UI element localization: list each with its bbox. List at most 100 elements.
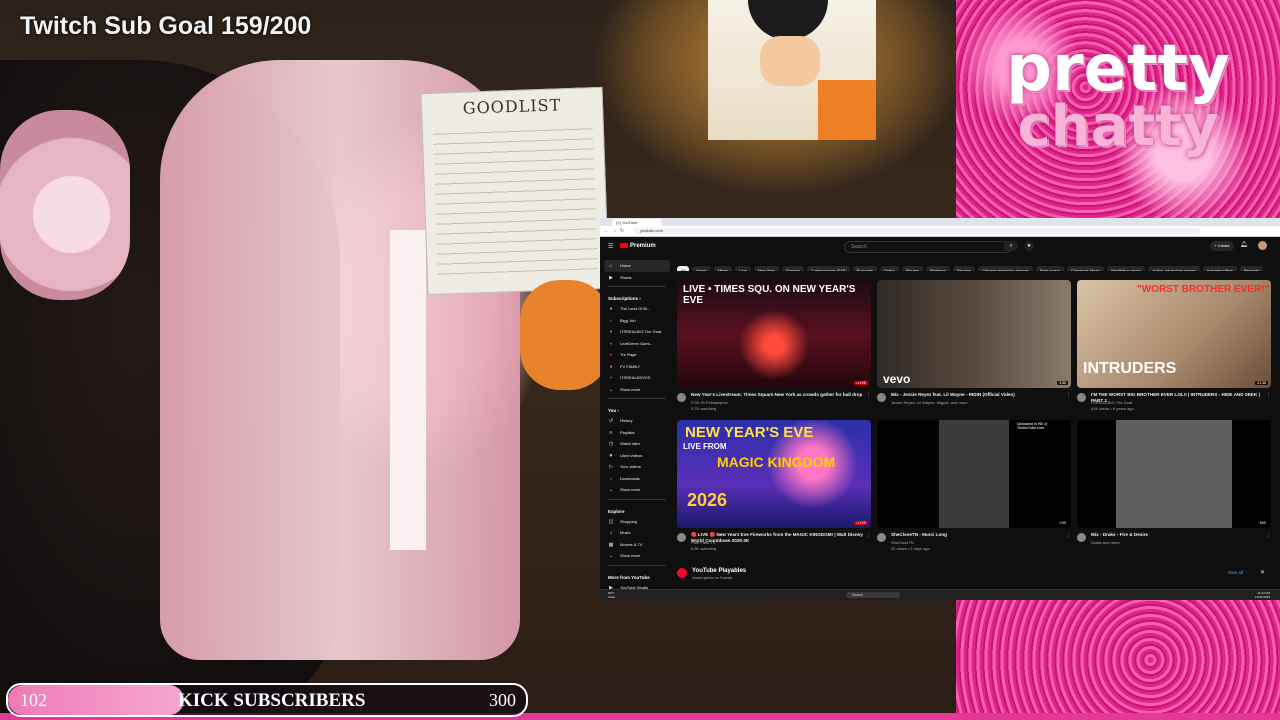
video-thumbnail[interactable]: "WORST BROTHER EVER!" INTRUDERS 21:38 — [1077, 280, 1271, 388]
chip-free-music[interactable]: Free music — [1035, 266, 1064, 271]
youtube-logo[interactable]: Premium — [620, 243, 656, 249]
video-card[interactable]: vevo 3:56 Mix - Jessie Reyez feat. Lil Way… — [877, 280, 1071, 418]
sidebar-item-shorts[interactable]: ▶ Shorts — [604, 272, 670, 284]
video-title[interactable]: SheCloseTN - Murci Long — [891, 532, 1065, 538]
chip-sitcoms[interactable]: Sitcoms — [952, 266, 976, 271]
channel-name[interactable]: Park Pass TV — [691, 540, 865, 546]
view-all-link[interactable]: View all — [1228, 570, 1243, 575]
clock[interactable]: 11:44 PM 12/31/2025 — [1255, 591, 1270, 599]
sidebar-heading[interactable]: More from YouTube — [604, 569, 670, 582]
video-title[interactable]: Mix - Jessie Reyez feat. Lil Wayne - RID… — [891, 392, 1065, 398]
sidebar-item-bigg-juh[interactable]: ● Bigg Juh — [604, 315, 670, 327]
chip-music[interactable]: Music — [692, 266, 711, 271]
forward-icon[interactable]: → — [612, 228, 617, 234]
close-icon[interactable]: ✕ — [1260, 569, 1265, 576]
chip-contemporary-r-b[interactable]: Contemporary R&B — [806, 266, 850, 271]
pumpkin-plush — [520, 280, 610, 390]
video-card[interactable]: Uploaded in HD @ TwitchTube.com 1:55 SheCl… — [877, 420, 1071, 558]
sidebar-item-your-videos[interactable]: ▷ Your videos — [604, 461, 670, 473]
sidebar-item-playlists[interactable]: ≡ Playlists — [604, 427, 670, 439]
chip-gaming[interactable]: Gaming — [781, 266, 804, 271]
chip-podcasts[interactable]: Podcasts — [852, 266, 877, 271]
thumbnail-text: LIVE • TIMES SQU. ON NEW YEAR'S EVE — [683, 284, 856, 306]
channel-avatar[interactable] — [877, 393, 886, 402]
sidebar-item-leafgreen-gami-[interactable]: ● LeafGreen Gami... — [604, 338, 670, 350]
sidebar-item-show-more[interactable]: ⌄ Show more — [604, 484, 670, 496]
chip-chinese-television-dramas[interactable]: Chinese television dramas — [978, 266, 1033, 271]
channel-avatar[interactable] — [677, 393, 686, 402]
video-thumbnail[interactable]: vevo 3:56 — [877, 280, 1071, 388]
channel-avatar[interactable] — [877, 533, 886, 542]
sidebar-item-downloads[interactable]: ↓ Downloads — [604, 473, 670, 485]
search-input[interactable]: Search — [844, 241, 1012, 253]
chip-recently[interactable]: Recently — [1239, 266, 1264, 271]
channel-avatar[interactable] — [1077, 393, 1086, 402]
avatar[interactable] — [1258, 241, 1267, 250]
chip-action-adventure-games[interactable]: Action-adventure games — [1148, 266, 1200, 271]
video-card[interactable]: "WORST BROTHER EVER!" INTRUDERS 21:38 I'M T… — [1077, 280, 1271, 418]
chip-new-year[interactable]: New Year — [753, 266, 779, 271]
sidebar-item-itsrealkevos[interactable]: ● ITSREALKEVOS — [604, 372, 670, 384]
video-title[interactable]: New Year's Livestream: Times Square New … — [691, 392, 865, 398]
sidebar-item-fv-family[interactable]: ● FV FAMILY — [604, 361, 670, 373]
sidebar-item-history[interactable]: ↺ History — [604, 415, 670, 427]
create-button[interactable]: + Create — [1210, 241, 1234, 251]
url-field[interactable]: youtube.com — [634, 228, 1200, 234]
video-title[interactable]: Mix - Drake - Fire & Desire — [1091, 532, 1265, 538]
mic-icon[interactable]: ● — [1024, 241, 1034, 251]
chip-christmas-music[interactable]: Christmas Music — [1066, 266, 1105, 271]
more-options-icon[interactable]: ⋮ — [1266, 532, 1271, 538]
more-options-icon[interactable]: ⋮ — [1266, 392, 1271, 398]
sidebar-item-label: Shorts — [620, 274, 632, 280]
sidebar-heading[interactable]: You › — [604, 402, 670, 415]
sidebar-item-the-land-of-bl-[interactable]: ● The Land Of Bl... — [604, 303, 670, 315]
chip-rhythms[interactable]: Rhythms — [926, 266, 950, 271]
sidebar-item-movies-tv[interactable]: ▦ Movies & TV — [604, 539, 670, 551]
sidebar-heading[interactable]: Explore — [604, 503, 670, 516]
sidebar-item-home[interactable]: ⌂ Home — [604, 260, 670, 272]
channel-name[interactable]: FOX 29 Philadelphia — [691, 400, 865, 406]
bell-icon[interactable]: 🔔︎ — [1240, 241, 1248, 248]
chip-live[interactable]: Live — [735, 266, 751, 271]
channel-avatar[interactable] — [677, 533, 686, 542]
back-icon[interactable]: ← — [604, 228, 609, 234]
channel-name[interactable]: SheCloseTN — [891, 540, 1065, 546]
sidebar-item-itsrealbig-the-goat[interactable]: ● ITSREALBIG The Goat — [604, 326, 670, 338]
weather-widget[interactable]: 50°F Clear — [608, 591, 615, 599]
more-options-icon[interactable]: ⋮ — [866, 532, 871, 538]
video-card[interactable]: MIX Mix - Drake - Fire & Desire Drake and … — [1077, 420, 1271, 558]
sidebar-item-show-more[interactable]: ⌄ Show more — [604, 550, 670, 562]
sidebar-item-tre-rage[interactable]: ● Tre Rage — [604, 349, 670, 361]
sidebar-item-watch-later[interactable]: ◷ Watch later — [604, 438, 670, 450]
chip-animated-films[interactable]: Animated films — [1202, 266, 1237, 271]
chip-albums[interactable]: Albums — [901, 266, 923, 271]
video-thumbnail[interactable]: NEW YEAR'S EVE LIVE FROM MAGIC KINGDOM 2026… — [677, 420, 871, 528]
channel-name[interactable]: Drake and more — [1091, 540, 1265, 546]
sidebar-item-show-more[interactable]: ⌄ Show more — [604, 384, 670, 396]
search-icon[interactable]: ⌕ — [1004, 241, 1018, 251]
video-card[interactable]: LIVE • TIMES SQU. ON NEW YEAR'S EVE • LIV… — [677, 280, 871, 418]
channel-name[interactable]: Jessie Reyez, Lil Wayne, Miguel, and mor… — [891, 400, 1065, 406]
more-options-icon[interactable]: ⋮ — [1066, 532, 1071, 538]
video-thumbnail[interactable]: MIX — [1077, 420, 1271, 528]
more-options-icon[interactable]: ⋮ — [866, 392, 871, 398]
chip-all[interactable]: All — [677, 266, 690, 271]
tab-youtube[interactable]: (2) YouTube — [612, 219, 662, 226]
sidebar-item-shopping[interactable]: ◫ Shopping — [604, 516, 670, 528]
taskbar-search[interactable]: Search — [846, 592, 900, 598]
reload-icon[interactable]: ↻ — [620, 228, 624, 234]
menu-icon[interactable]: ☰ — [608, 243, 613, 250]
chip-mixes[interactable]: Mixes — [713, 266, 733, 271]
sidebar-heading[interactable]: Subscriptions › — [604, 290, 670, 303]
video-thumbnail[interactable]: LIVE • TIMES SQU. ON NEW YEAR'S EVE • LIV… — [677, 280, 871, 388]
sidebar-item-music[interactable]: ♪ Music — [604, 527, 670, 539]
channel-avatar[interactable] — [1077, 533, 1086, 542]
sidebar-item-liked-videos[interactable]: ♥ Liked videos — [604, 450, 670, 462]
more-options-icon[interactable]: ⋮ — [1066, 392, 1071, 398]
video-card[interactable]: NEW YEAR'S EVE LIVE FROM MAGIC KINGDOM 2026… — [677, 420, 871, 558]
chip-meditation-music[interactable]: Meditation music — [1107, 266, 1146, 271]
channel-name[interactable]: ITSREALBIG The Goat — [1091, 400, 1265, 406]
video-thumbnail[interactable]: Uploaded in HD @ TwitchTube.com 1:55 — [877, 420, 1071, 528]
chip-drake[interactable]: Drake — [879, 266, 899, 271]
playables-icon — [677, 568, 687, 578]
